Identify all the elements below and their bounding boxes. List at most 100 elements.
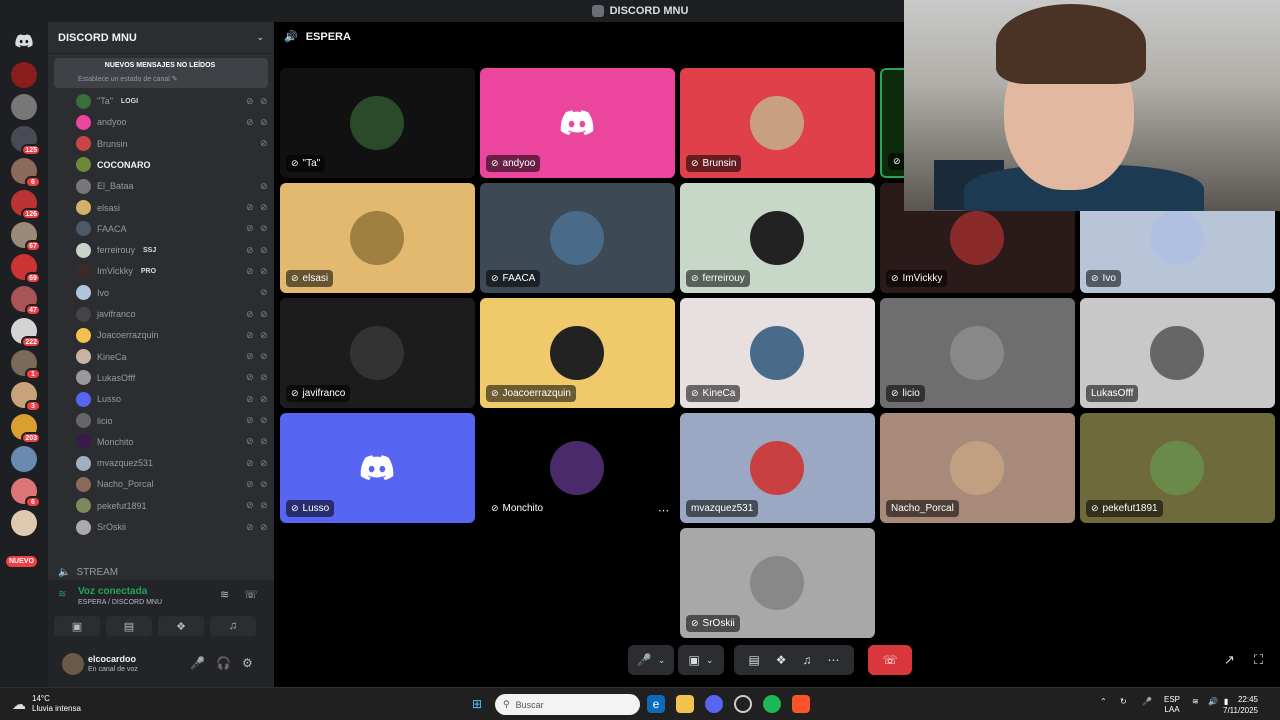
avatar [76, 476, 91, 492]
avatar[interactable] [62, 653, 84, 675]
voice-location[interactable]: ESPERA / DISCORD MNU [78, 599, 162, 606]
server-icon[interactable] [11, 510, 37, 536]
participant-tile[interactable]: ⊘ elsasi [280, 183, 475, 293]
discord-home-button[interactable] [11, 28, 37, 54]
participant-tile[interactable]: ⊘ licio [880, 298, 1075, 408]
screen-share-button[interactable]: ▤ [106, 616, 152, 636]
language-indicator[interactable]: ESP LAA [1164, 695, 1180, 715]
voice-member-item[interactable]: Ivo ⊘ [76, 283, 268, 303]
server-icon[interactable]: 125 [11, 126, 41, 156]
noise-suppression-icon[interactable]: ≋ [220, 588, 229, 601]
server-icon[interactable] [11, 446, 37, 472]
server-icon[interactable]: 67 [11, 222, 41, 252]
brave-browser-icon[interactable] [792, 695, 810, 713]
more-options-icon[interactable]: ⋯ [658, 504, 669, 517]
fullscreen-icon[interactable]: ⛶ [1254, 652, 1263, 668]
obs-icon[interactable] [734, 695, 752, 713]
popout-icon[interactable]: ↗ [1224, 652, 1235, 668]
voice-member-item[interactable]: ferreirouy SSJ ⊘ ⊘ [76, 240, 268, 260]
disconnect-button[interactable]: ☏ [868, 645, 912, 675]
server-icon[interactable] [11, 94, 37, 120]
server-icon[interactable] [11, 62, 37, 88]
voice-member-item[interactable]: Nacho_Porcal ⊘ ⊘ [76, 474, 268, 494]
voice-member-item[interactable]: pekefut1891 ⊘ ⊘ [76, 496, 268, 516]
participant-tile[interactable]: ⊘ SrOskii [680, 528, 875, 638]
voice-member-item[interactable]: Brunsin ⊘ [76, 134, 268, 154]
mic-icon[interactable]: 🎤 [190, 656, 205, 670]
server-icon[interactable]: 6 [11, 158, 41, 188]
taskbar-clock[interactable]: 22:45 7/11/2025 [1223, 694, 1258, 716]
participant-tile[interactable]: mvazquez531 [680, 413, 875, 523]
channel-stream[interactable]: 🔈 STREAM [58, 567, 118, 578]
soundboard-button[interactable]: ♫ [210, 616, 256, 636]
voice-member-item[interactable]: andyoo ⊘ ⊘ [76, 112, 268, 132]
voice-member-item[interactable]: El_Bataa ⊘ [76, 176, 268, 196]
server-icon[interactable]: 1 [11, 350, 41, 380]
voice-member-item[interactable]: mvazquez531 ⊘ ⊘ [76, 453, 268, 473]
channel-status-hint[interactable]: Establece un estado de canal ✎ [78, 75, 178, 83]
participant-tile[interactable]: ⊘ FAACA [480, 183, 675, 293]
new-servers-pill[interactable]: NUEVO [6, 556, 37, 567]
mute-button[interactable]: 🎤 ⌄ [628, 645, 674, 675]
voice-member-item[interactable]: KineCa ⊘ ⊘ [76, 347, 268, 367]
server-icon[interactable]: 3 [11, 382, 41, 412]
camera-button[interactable]: ▣ [54, 616, 100, 636]
activities-button[interactable]: ❖ [158, 616, 204, 636]
weather-widget[interactable]: ☁ 14°C Lluvia intensa [12, 694, 81, 714]
windows-start-icon[interactable]: ⊞ [468, 695, 486, 713]
server-icon[interactable]: 6 [11, 478, 41, 508]
camera-button[interactable]: ▣ ⌄ [678, 645, 724, 675]
voice-member-item[interactable]: elsasi ⊘ ⊘ [76, 198, 268, 218]
chevron-up-icon[interactable]: ⌃ [1100, 697, 1107, 706]
sync-icon[interactable]: ↻ [1120, 697, 1127, 706]
server-icon[interactable]: 47 [11, 286, 41, 316]
disconnect-icon[interactable]: ☏ [244, 588, 258, 601]
server-icon[interactable]: 203 [11, 414, 41, 444]
server-icon[interactable]: 69 [11, 254, 41, 284]
member-name: SrOskii [97, 522, 126, 532]
more-icon[interactable]: ⋯ [828, 653, 840, 667]
wifi-icon[interactable]: ≋ [1192, 697, 1199, 706]
server-icon[interactable]: 126 [11, 190, 41, 220]
activities-icon[interactable]: ❖ [776, 653, 787, 667]
voice-member-item[interactable]: licio ⊘ ⊘ [76, 411, 268, 431]
screen-share-icon[interactable]: ▤ [748, 653, 759, 667]
participant-tile[interactable]: ⊘ "Ta" [280, 68, 475, 178]
voice-member-item[interactable]: ImVickky PRO ⊘ ⊘ [76, 261, 268, 281]
voice-member-item[interactable]: LukasOfff ⊘ ⊘ [76, 368, 268, 388]
participant-tile[interactable]: ⊘ andyoo [480, 68, 675, 178]
participant-tile[interactable]: ⊘ Joacoerrazquin [480, 298, 675, 408]
edge-browser-icon[interactable]: e [647, 695, 665, 713]
participant-tile[interactable]: ⊘ KineCa [680, 298, 875, 408]
voice-member-item[interactable]: Joacoerrazquin ⊘ ⊘ [76, 325, 268, 345]
participant-tile[interactable]: ⊘ Monchito ⋯ [480, 413, 675, 523]
voice-member-item[interactable]: Monchito ⊘ ⊘ [76, 432, 268, 452]
server-header[interactable]: DISCORD MNU ⌄ [48, 22, 274, 54]
participant-name: Joacoerrazquin [502, 388, 571, 399]
voice-member-item[interactable]: Lusso ⊘ ⊘ [76, 389, 268, 409]
participant-tile[interactable]: LukasOfff [1080, 298, 1275, 408]
unread-messages-banner[interactable]: NUEVOS MENSAJES NO LEÍDOS Establece un e… [54, 58, 268, 88]
voice-member-item[interactable]: javifranco ⊘ ⊘ [76, 304, 268, 324]
file-explorer-icon[interactable] [676, 695, 694, 713]
participant-tile[interactable]: ⊘ ferreirouy [680, 183, 875, 293]
voice-member-item[interactable]: COCONARO [76, 155, 266, 175]
voice-member-item[interactable]: FAACA ⊘ ⊘ [76, 219, 268, 239]
server-icon[interactable]: 222 [11, 318, 41, 348]
spotify-icon[interactable] [763, 695, 781, 713]
participant-tile[interactable]: Nacho_Porcal [880, 413, 1075, 523]
headphones-icon[interactable]: 🎧 [216, 656, 231, 670]
participant-tile[interactable]: ⊘ Lusso [280, 413, 475, 523]
discord-taskbar-icon[interactable] [705, 695, 723, 713]
mic-icon[interactable]: 🎤 [1142, 697, 1152, 706]
voice-member-item[interactable]: "Ta" LOGI ⊘ ⊘ [76, 91, 268, 111]
participant-tile[interactable]: ⊘ javifranco [280, 298, 475, 408]
voice-member-item[interactable]: SrOskii ⊘ ⊘ [76, 517, 268, 537]
volume-icon[interactable]: 🔊 [1208, 697, 1218, 706]
gear-icon[interactable]: ⚙ [242, 656, 253, 670]
muted-icon: ⊘ [246, 308, 254, 319]
participant-tile[interactable]: ⊘ Brunsin [680, 68, 875, 178]
participant-tile[interactable]: ⊘ pekefut1891 [1080, 413, 1275, 523]
soundboard-icon[interactable]: ♫ [803, 653, 812, 667]
taskbar-search[interactable]: ⚲ Buscar [495, 694, 640, 715]
